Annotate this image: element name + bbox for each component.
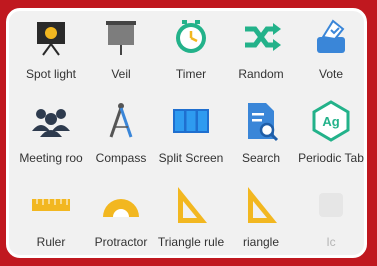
split-screen-icon xyxy=(169,99,213,143)
timer-icon xyxy=(169,15,213,59)
faded-icon xyxy=(309,183,353,227)
random-icon xyxy=(239,15,283,59)
tools-panel: Spot light Veil Timer Random Vote Meetin… xyxy=(6,8,367,258)
veil-icon xyxy=(99,15,143,59)
periodic-table-icon: Ag xyxy=(309,99,353,143)
tool-vote[interactable]: Vote xyxy=(291,15,364,85)
spotlight-icon xyxy=(29,15,73,59)
tool-faded[interactable]: Ic xyxy=(291,183,364,253)
tool-label: Periodic Tab xyxy=(298,151,364,165)
ruler-icon xyxy=(29,183,73,227)
triangle-ruler-icon xyxy=(239,183,283,227)
tool-label: Ic xyxy=(326,235,336,249)
svg-text:Ag: Ag xyxy=(322,114,339,129)
triangle-ruler-icon xyxy=(169,183,213,227)
tool-periodic-table[interactable]: Ag Periodic Tab xyxy=(291,99,364,169)
tool-label: Vote xyxy=(318,67,344,81)
search-icon xyxy=(239,99,283,143)
protractor-icon xyxy=(99,183,143,227)
compass-icon xyxy=(99,99,143,143)
vote-icon xyxy=(309,15,353,59)
meeting-room-icon xyxy=(29,99,73,143)
